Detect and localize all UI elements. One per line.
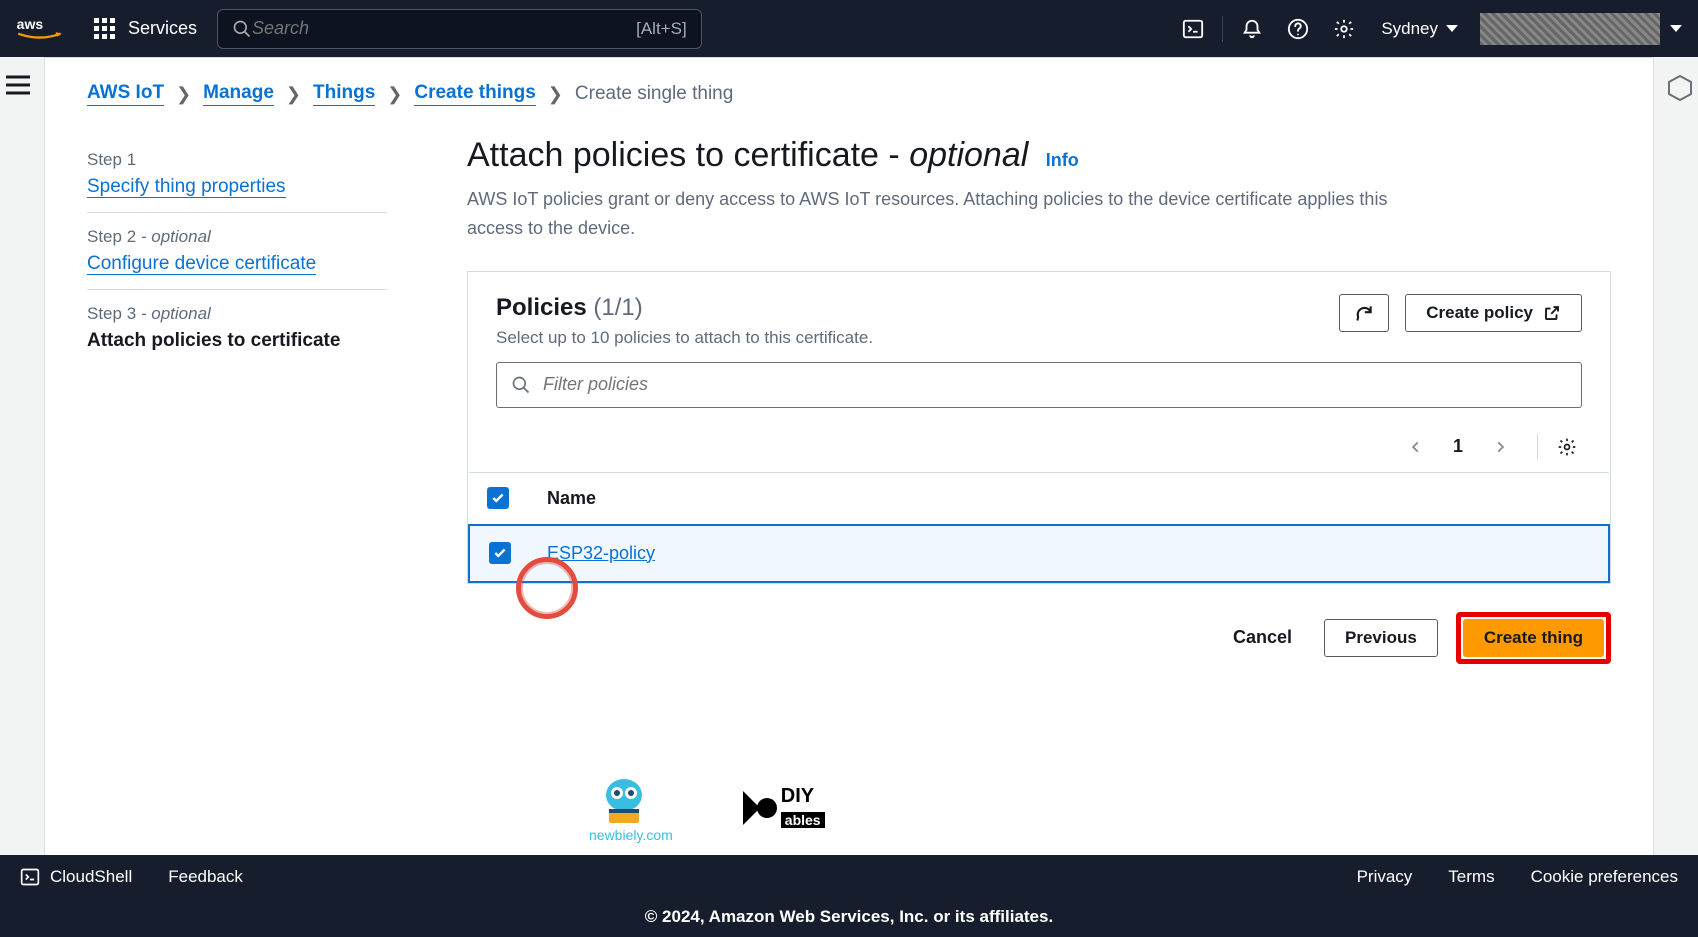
nav-icon-group: Sydney: [1172, 9, 1682, 49]
prev-page-button[interactable]: [1401, 432, 1431, 462]
policies-table: Name ESP32-policy: [468, 472, 1610, 583]
refresh-button[interactable]: [1339, 294, 1389, 332]
sidebar-toggle[interactable]: [6, 75, 30, 95]
table-row[interactable]: ESP32-policy: [469, 525, 1609, 582]
breadcrumb-link[interactable]: AWS IoT: [87, 82, 164, 106]
chevron-right-icon: ❯: [387, 84, 402, 105]
feedback-link[interactable]: Feedback: [168, 867, 243, 887]
terms-link[interactable]: Terms: [1448, 867, 1494, 887]
breadcrumb-link[interactable]: Create things: [414, 82, 535, 106]
step-label: Step 3 - optional: [87, 304, 387, 324]
main-content: AWS IoT ❯ Manage ❯ Things ❯ Create thing…: [44, 57, 1654, 857]
chevron-right-icon: ❯: [286, 84, 301, 105]
notifications-icon[interactable]: [1231, 9, 1273, 49]
breadcrumb: AWS IoT ❯ Manage ❯ Things ❯ Create thing…: [87, 82, 1611, 106]
next-page-button[interactable]: [1485, 432, 1515, 462]
help-icon[interactable]: [1277, 9, 1319, 49]
form-actions: Cancel Previous Create thing: [467, 612, 1611, 664]
cancel-button[interactable]: Cancel: [1219, 619, 1306, 656]
table-settings-button[interactable]: [1552, 432, 1582, 462]
search-input[interactable]: [252, 18, 626, 39]
policy-name-link[interactable]: ESP32-policy: [547, 543, 655, 563]
info-link[interactable]: Info: [1046, 150, 1079, 170]
copyright: © 2024, Amazon Web Services, Inc. or its…: [0, 899, 1698, 937]
services-label: Services: [128, 18, 197, 39]
breadcrumb-current: Create single thing: [575, 83, 733, 105]
search-icon: [232, 19, 252, 39]
footer: CloudShell Feedback Privacy Terms Cookie…: [0, 855, 1698, 937]
previous-button[interactable]: Previous: [1324, 619, 1438, 657]
services-button[interactable]: Services: [82, 12, 209, 46]
cloudshell-icon[interactable]: [1172, 9, 1214, 49]
chevron-right-icon: ❯: [176, 84, 191, 105]
aws-logo[interactable]: aws: [16, 15, 64, 43]
caret-down-icon: [1670, 25, 1682, 32]
privacy-link[interactable]: Privacy: [1357, 867, 1413, 887]
create-policy-button[interactable]: Create policy: [1405, 294, 1582, 332]
search-box[interactable]: [Alt+S]: [217, 9, 702, 49]
cloudshell-link[interactable]: CloudShell: [20, 867, 132, 887]
step-1: Step 1 Specify thing properties: [87, 136, 387, 213]
annotation-highlight: Create thing: [1456, 612, 1611, 664]
card-subtitle: Select up to 10 policies to attach to th…: [496, 328, 873, 348]
select-all-checkbox[interactable]: [487, 487, 509, 509]
external-link-icon: [1543, 304, 1561, 322]
page-description: AWS IoT policies grant or deny access to…: [467, 185, 1407, 243]
cookie-prefs-link[interactable]: Cookie preferences: [1531, 867, 1678, 887]
search-icon: [511, 375, 531, 395]
region-selector[interactable]: Sydney: [1369, 13, 1470, 45]
filter-input-wrap: [496, 362, 1582, 408]
row-checkbox[interactable]: [489, 542, 511, 564]
chevron-right-icon: ❯: [548, 84, 563, 105]
svg-text:aws: aws: [17, 16, 44, 32]
breadcrumb-link[interactable]: Manage: [203, 82, 274, 106]
step-label: Step 1: [87, 150, 387, 170]
step-current: Attach policies to certificate: [87, 330, 387, 352]
region-label: Sydney: [1381, 19, 1438, 39]
right-panel-toggle[interactable]: [1668, 75, 1692, 101]
account-menu[interactable]: [1480, 13, 1660, 45]
policies-card: Policies (1/1) Select up to 10 policies …: [467, 271, 1611, 584]
wizard-steps: Step 1 Specify thing properties Step 2 -…: [87, 136, 387, 664]
grid-icon: [94, 18, 116, 40]
settings-icon[interactable]: [1323, 9, 1365, 49]
breadcrumb-link[interactable]: Things: [313, 82, 375, 106]
step-2: Step 2 - optional Configure device certi…: [87, 213, 387, 290]
create-thing-button[interactable]: Create thing: [1463, 619, 1604, 657]
refresh-icon: [1354, 303, 1374, 323]
step-link[interactable]: Configure device certificate: [87, 253, 316, 275]
main-panel: Attach policies to certificate - optiona…: [467, 136, 1611, 664]
step-label: Step 2 - optional: [87, 227, 387, 247]
step-link[interactable]: Specify thing properties: [87, 176, 286, 198]
page-title: Attach policies to certificate - optiona…: [467, 136, 1611, 175]
page-number: 1: [1445, 436, 1471, 457]
search-shortcut-hint: [Alt+S]: [636, 19, 687, 39]
pagination-bar: 1: [468, 422, 1610, 472]
caret-down-icon: [1446, 25, 1458, 32]
top-nav: aws Services [Alt+S] Sydney: [0, 0, 1698, 57]
column-name-header: Name: [529, 472, 1609, 525]
step-3: Step 3 - optional Attach policies to cer…: [87, 290, 387, 366]
filter-policies-input[interactable]: [543, 374, 1567, 395]
card-title: Policies (1/1): [496, 294, 873, 322]
terminal-icon: [20, 867, 40, 887]
